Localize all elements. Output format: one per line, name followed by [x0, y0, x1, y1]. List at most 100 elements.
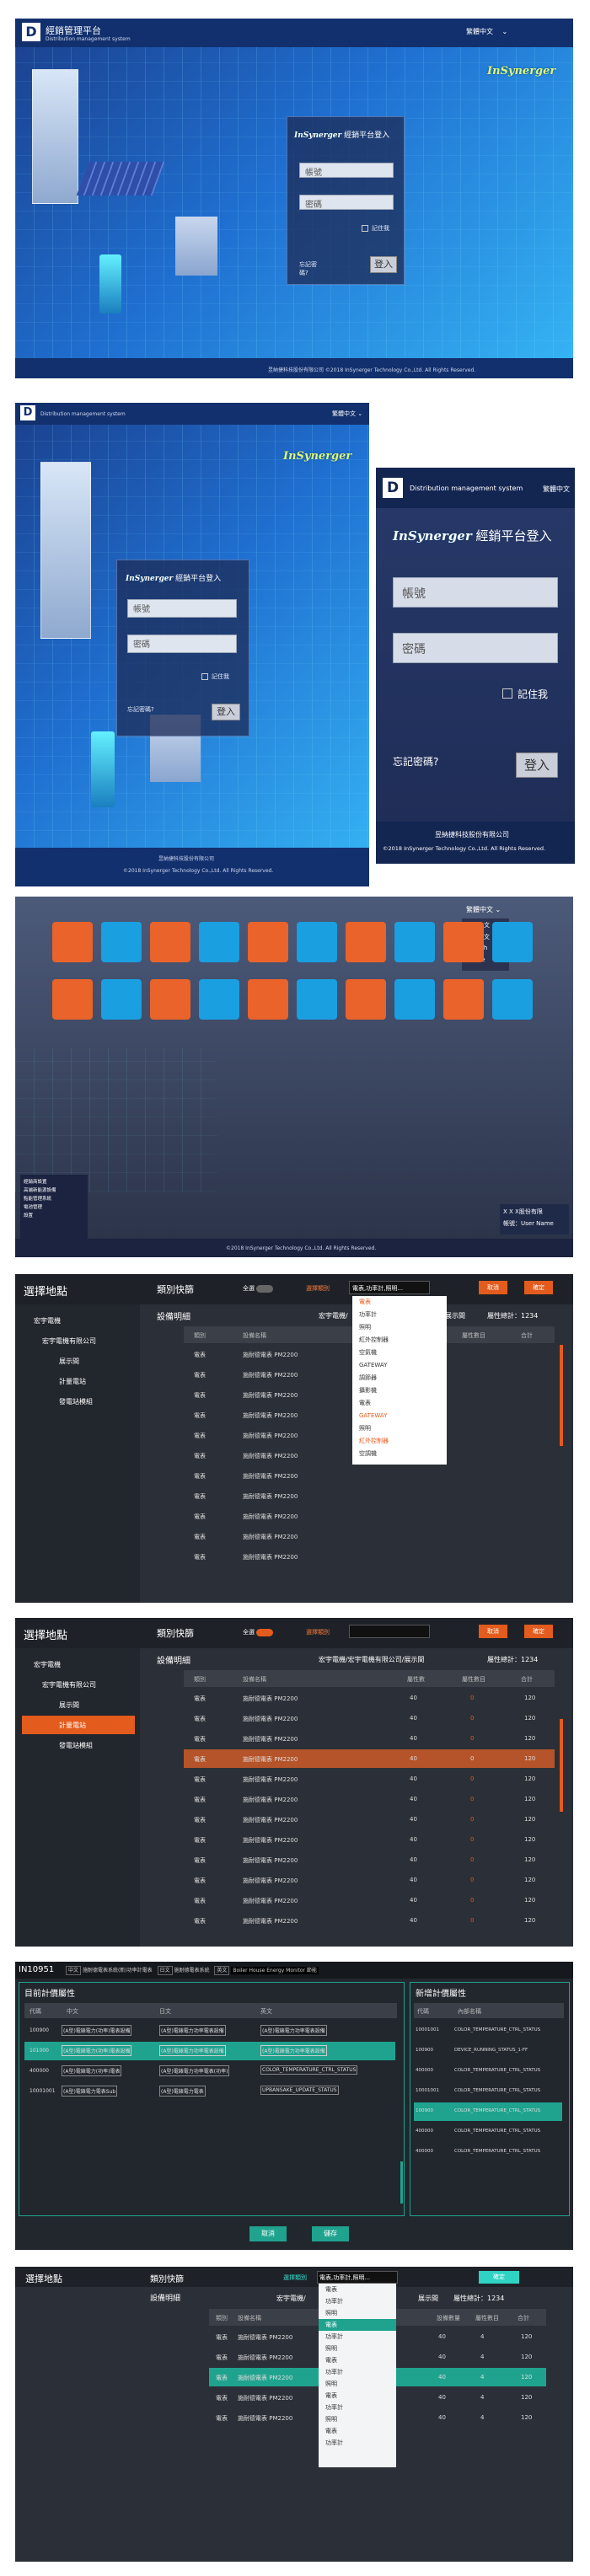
- table-row-selected[interactable]: 電表 施耐德電表 PM2200 40 0 120: [184, 1749, 555, 1768]
- language-selector[interactable]: 繁體中文 ⌄: [466, 27, 507, 36]
- table-row[interactable]: 400000 COLOR_TEMPERATURE_CTRL_STATUS: [414, 2143, 562, 2161]
- table-row[interactable]: 電表 施耐德電表 PM2200: [184, 1527, 555, 1545]
- app-tile[interactable]: [150, 979, 190, 1020]
- app-tile[interactable]: [297, 922, 337, 962]
- table-row[interactable]: 電表 施耐德電表 PM2200 40 0 120: [184, 1729, 555, 1748]
- table-row[interactable]: 電表 施耐德電表 PM2200 40 0 120: [184, 1689, 555, 1707]
- table-row[interactable]: 電表 施耐德電表 PM2200: [184, 1486, 555, 1505]
- select-all-toggle[interactable]: 全選: [243, 1628, 274, 1636]
- row-zh-input[interactable]: (A型)電錶電力(功率)電表設備: [62, 2045, 132, 2056]
- table-row[interactable]: 電表 施耐德電表 PM2200 40 0 120: [184, 1891, 555, 1909]
- app-tile[interactable]: [199, 922, 239, 962]
- app-tile[interactable]: [199, 979, 239, 1020]
- app-tile[interactable]: [492, 922, 533, 962]
- cancel-button[interactable]: 取消: [479, 1281, 507, 1294]
- category-select[interactable]: [349, 1625, 430, 1638]
- dropdown-option[interactable]: 攝影機: [352, 1384, 447, 1397]
- tab-value[interactable]: Boiler House Energy Monitor 節能: [231, 1967, 319, 1974]
- row-zh-input[interactable]: (A型)電錶電力(功率)電表設備: [62, 2025, 132, 2036]
- scrollbar[interactable]: [560, 1345, 563, 1446]
- table-row[interactable]: 電表 施耐德電表 PM2200 40 0 120: [184, 1911, 555, 1930]
- table-row[interactable]: 電表 施耐德電表 PM2200 40 0 120: [184, 1810, 555, 1829]
- save-button[interactable]: 儲存: [312, 2226, 349, 2241]
- table-row[interactable]: 電表 施耐德電表 PM2200: [184, 1547, 555, 1566]
- dropdown-option[interactable]: 功率計: [319, 2295, 396, 2307]
- row-ja-input[interactable]: (A型)電錶電力電表: [159, 2086, 206, 2097]
- dropdown-option[interactable]: 照明: [319, 2307, 396, 2319]
- row-zh-input[interactable]: (A型)電錶電力(功率)電表: [62, 2065, 122, 2076]
- tree-node[interactable]: 計量電站: [59, 1377, 86, 1386]
- app-tile[interactable]: [150, 922, 190, 962]
- tree-node[interactable]: 宏宇電機: [34, 1660, 61, 1669]
- app-tile[interactable]: [492, 979, 533, 1020]
- side-link[interactable]: 設置: [24, 1212, 84, 1220]
- dropdown-option[interactable]: 電表: [319, 2425, 396, 2437]
- account-input[interactable]: 帳號: [393, 577, 558, 608]
- side-link[interactable]: 電池管理: [24, 1203, 84, 1212]
- tree-node[interactable]: 宏宇電機有限公司: [42, 1336, 96, 1346]
- dropdown-option[interactable]: 紅外控制器: [352, 1334, 447, 1347]
- dropdown-option[interactable]: 電表: [352, 1296, 447, 1309]
- dropdown-option[interactable]: 空調機: [352, 1448, 447, 1460]
- scrollbar[interactable]: [400, 2161, 403, 2204]
- dropdown-option[interactable]: 電表: [352, 1397, 447, 1410]
- dropdown-option[interactable]: 功率計: [319, 2402, 396, 2413]
- category-select[interactable]: 電表,功率計,照明...: [349, 1281, 430, 1294]
- toggle-switch[interactable]: [256, 1284, 274, 1293]
- app-tile[interactable]: [394, 979, 435, 1020]
- language-selector[interactable]: 繁體中文: [543, 485, 570, 494]
- dropdown-option[interactable]: 功率計: [319, 2366, 396, 2378]
- tree-node[interactable]: 展示間: [59, 1357, 79, 1366]
- dropdown-option[interactable]: 功率計: [319, 2437, 396, 2449]
- select-all-toggle[interactable]: 全選: [243, 1284, 274, 1293]
- confirm-button[interactable]: 確定: [479, 2271, 519, 2284]
- tab-value[interactable]: 施耐德電表系統(新)功率計電表: [83, 1968, 153, 1974]
- table-row[interactable]: 100900 DEVICE_RUNNING_STATUS_1-FF: [414, 2042, 562, 2060]
- app-tile[interactable]: [346, 922, 386, 962]
- tree-node[interactable]: 宏宇電機: [34, 1316, 61, 1325]
- app-tile[interactable]: [394, 922, 435, 962]
- row-en-input[interactable]: (A型)電錶電力功率電表設備: [260, 2045, 327, 2056]
- app-tile[interactable]: [297, 979, 337, 1020]
- table-row[interactable]: 100900 (A型)電錶電力(功率)電表設備 (A型)電錶電力功率電表設備 (…: [24, 2022, 395, 2040]
- dropdown-option-selected[interactable]: 電表: [319, 2319, 396, 2331]
- confirm-button[interactable]: 確定: [524, 1281, 553, 1294]
- table-row[interactable]: 電表 施耐德電表 PM2200 40 0 120: [184, 1770, 555, 1788]
- row-en-input[interactable]: COLOR_TEMPERATURE_CTRL_STATUS: [260, 2065, 358, 2075]
- app-tile[interactable]: [101, 979, 142, 1020]
- row-ja-input[interactable]: (A型)電錶電力功率電表設備: [159, 2025, 226, 2036]
- row-zh-input[interactable]: (A型)電錶電力電表Sub: [62, 2086, 118, 2097]
- table-row[interactable]: 10001001 (A型)電錶電力電表Sub (A型)電錶電力電表 UPBANS…: [24, 2082, 395, 2101]
- cancel-button[interactable]: 取消: [479, 1625, 507, 1638]
- app-tile[interactable]: [52, 922, 93, 962]
- account-input[interactable]: 帳號: [127, 599, 237, 618]
- row-ja-input[interactable]: (A型)電錶電力功率電表設備: [159, 2045, 226, 2056]
- remember-checkbox[interactable]: [362, 225, 368, 232]
- language-selector[interactable]: 繁體中文 ⌄: [332, 410, 362, 418]
- dropdown-option[interactable]: 空氣機: [352, 1347, 447, 1359]
- password-input[interactable]: 密碼: [393, 633, 558, 663]
- table-row[interactable]: 電表 施耐德電表 PM2200 40 0 120: [184, 1790, 555, 1808]
- app-tile[interactable]: [443, 979, 484, 1020]
- table-row[interactable]: 10001001 COLOR_TEMPERATURE_CTRL_STATUS: [414, 2082, 562, 2101]
- dropdown-option[interactable]: 照明: [319, 2343, 396, 2354]
- toggle-switch[interactable]: [256, 1628, 274, 1636]
- dropdown-option[interactable]: 電表: [319, 2354, 396, 2366]
- scrollbar[interactable]: [560, 1719, 563, 1812]
- row-ja-input[interactable]: (A型)電錶電力功率電表(功率): [159, 2065, 230, 2076]
- dropdown-option[interactable]: 功率計: [319, 2331, 396, 2343]
- forgot-password-link[interactable]: 忘記密碼?: [299, 260, 324, 277]
- language-selector[interactable]: 繁體中文 ⌄: [466, 905, 501, 914]
- table-row[interactable]: 電表 施耐德電表 PM2200 40 0 120: [184, 1709, 555, 1727]
- row-en-input[interactable]: UPBANSAKE_UPDATE_STATUS: [260, 2086, 339, 2095]
- table-row-selected[interactable]: 101000 (A型)電錶電力(功率)電表設備 (A型)電錶電力功率電表設備 (…: [24, 2042, 395, 2060]
- login-button[interactable]: 登入: [516, 752, 558, 778]
- remember-checkbox[interactable]: [201, 673, 208, 680]
- dropdown-option[interactable]: 照明: [352, 1422, 447, 1435]
- password-input[interactable]: 密碼: [299, 195, 394, 210]
- confirm-button[interactable]: 確定: [524, 1625, 553, 1638]
- dropdown-option[interactable]: 電表: [319, 2284, 396, 2295]
- dropdown-option[interactable]: 調節器: [352, 1372, 447, 1384]
- table-row[interactable]: 電表 施耐德電表 PM2200 40 0 120: [184, 1850, 555, 1869]
- table-row[interactable]: 電表 施耐德電表 PM2200: [184, 1507, 555, 1525]
